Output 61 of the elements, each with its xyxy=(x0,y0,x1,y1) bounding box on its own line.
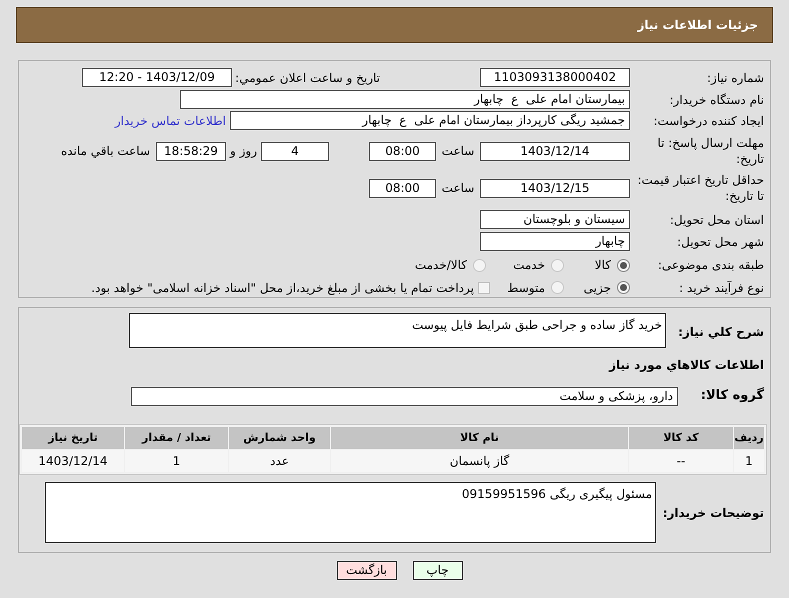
column-header: نام کالا xyxy=(331,427,628,449)
field-label: ساعت باقي مانده xyxy=(60,143,150,160)
field-label: روز و xyxy=(228,143,258,160)
input-field[interactable]: چابهار xyxy=(480,232,630,251)
option-label: متوسط xyxy=(507,280,545,297)
field-label: تاریخ و ساعت اعلان عمومي: xyxy=(234,70,380,86)
column-header: کد کالا xyxy=(629,427,733,449)
option-label: کالا/خدمت xyxy=(414,257,467,274)
back-button[interactable]: بازگشت xyxy=(336,561,396,580)
radio-button[interactable] xyxy=(551,281,564,294)
field-label: شهر محل تحویل: xyxy=(676,234,764,250)
field-label: حداقل تاریخ اعتبار قیمت: تا تاریخ: xyxy=(636,172,764,204)
radio-button[interactable] xyxy=(617,258,630,272)
field-label: طبقه بندی موضوعی: xyxy=(656,257,764,274)
table-cell: 1 xyxy=(125,450,228,472)
field-label: توضیحات خریدار: xyxy=(662,505,764,522)
print-button[interactable]: چاپ xyxy=(412,561,462,580)
page-title: جزئیات اطلاعات نیاز xyxy=(637,17,758,34)
input-field[interactable]: 1403/12/15 xyxy=(480,178,630,198)
table-cell: گاز پانسمان xyxy=(331,450,628,472)
field-label: گروه کالا: xyxy=(700,386,764,406)
checkbox-label: پرداخت تمام یا بخشی از مبلغ خرید،از محل "اسناد خزانه اسلامی" خواهد بود. xyxy=(91,280,474,297)
field-label: مهلت ارسال پاسخ: تا تاریخ: xyxy=(656,135,764,167)
input-field[interactable]: سیستان و بلوچستان xyxy=(480,210,630,229)
column-header: تعداد / مقدار xyxy=(125,427,228,449)
input-field[interactable]: 08:00 xyxy=(369,142,436,160)
input-field[interactable]: 08:00 xyxy=(369,178,436,198)
table-cell: -- xyxy=(629,450,733,472)
days-field[interactable]: 4 xyxy=(261,142,329,160)
checkbox[interactable] xyxy=(478,282,490,294)
option-label: جزیی xyxy=(584,280,611,297)
input-field[interactable]: دارو، پزشکی و سلامت xyxy=(131,386,678,406)
section-title: اطلاعات کالاهاي مورد نیاز xyxy=(609,357,764,372)
text-area[interactable]: خرید گاز ساده و جراحی طبق شرایط فایل پیوست xyxy=(129,313,666,348)
column-header: تاریخ نیاز xyxy=(22,427,124,449)
field-label: نوع فرآیند خرید : xyxy=(678,280,764,296)
input-field[interactable]: جمشید ریگی کارپرداز بیمارستان امام علی ع چابهار xyxy=(230,111,630,130)
option-label: خدمت xyxy=(513,257,545,274)
table-cell: 1 xyxy=(734,450,764,472)
countdown-field[interactable]: 18:58:29 xyxy=(156,142,226,160)
option-label: کالا xyxy=(594,257,611,274)
field-label: ایجاد کننده درخواست: xyxy=(652,112,764,128)
radio-button[interactable] xyxy=(551,258,564,272)
field-label: نام دستگاه خریدار: xyxy=(668,92,764,108)
radio-button[interactable] xyxy=(617,281,630,294)
field-label: ساعت xyxy=(440,143,476,160)
input-field[interactable]: 1403/12/09 - 12:20 xyxy=(82,68,232,87)
radio-button[interactable] xyxy=(473,258,486,272)
table-cell: 1403/12/14 xyxy=(22,450,124,472)
field-label: استان محل تحویل: xyxy=(668,212,764,228)
input-field[interactable]: بیمارستان امام علی ع چابهار xyxy=(180,90,630,109)
table-cell: عدد xyxy=(229,450,330,472)
column-header: ردیف xyxy=(734,427,764,449)
input-field[interactable]: 1403/12/14 xyxy=(480,142,630,160)
contact-link[interactable]: اطلاعات تماس خریدار xyxy=(114,112,226,130)
input-field[interactable]: 1103093138000402 xyxy=(480,68,630,87)
text-area[interactable]: مسئول پیگیری ریگی 09159951596 xyxy=(45,482,656,543)
field-label: شماره نیاز: xyxy=(706,70,764,86)
column-header: واحد شمارش xyxy=(229,427,330,449)
field-label: شرح کلي نیاز: xyxy=(677,324,764,341)
field-label: ساعت xyxy=(440,180,476,197)
